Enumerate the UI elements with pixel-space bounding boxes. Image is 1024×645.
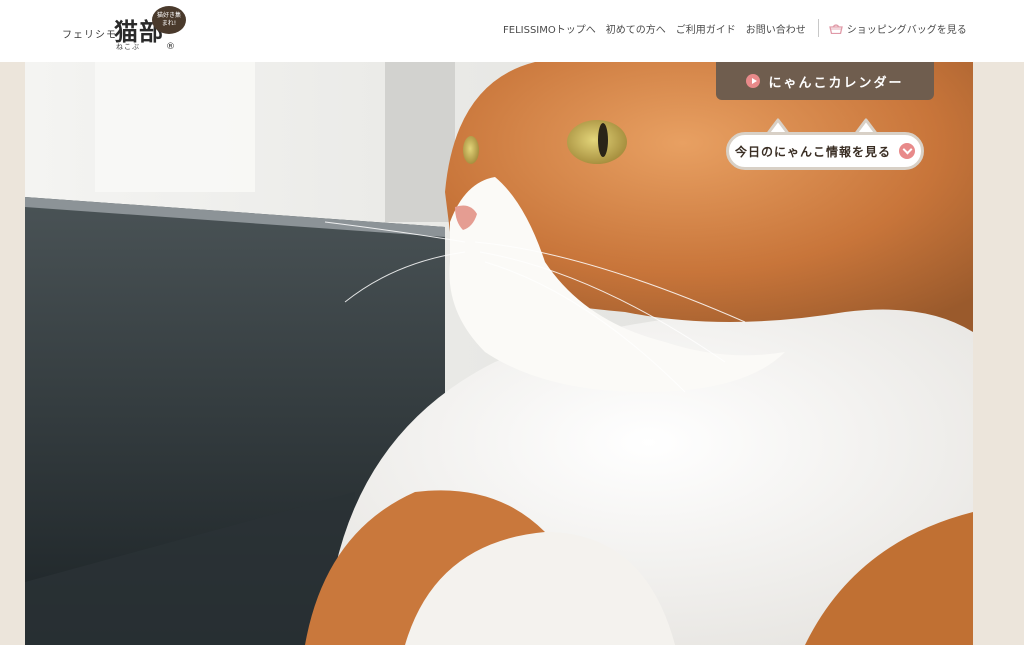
- nav-first-time-link[interactable]: 初めての方へ: [606, 21, 666, 36]
- shopping-bag-link[interactable]: ショッピングバッグを見る: [828, 21, 967, 36]
- today-nyanko-info-button[interactable]: 今日のにゃんこ情報を見る: [726, 132, 924, 170]
- nav-divider: [817, 19, 819, 37]
- logo-registered-mark: ®: [166, 42, 175, 52]
- nyanko-calendar-tab[interactable]: にゃんこカレンダー: [716, 62, 934, 100]
- today-info-label: 今日のにゃんこ情報を見る: [734, 144, 891, 159]
- shopping-bag-label: ショッピングバッグを見る: [846, 24, 967, 36]
- site-header: フェリシモ 猫部 ねこぶ ® 猫好き集まれ! FELISSIMOトップへ 初めて…: [0, 0, 1024, 62]
- logo-reading: ねこぶ: [116, 43, 140, 51]
- site-logo[interactable]: フェリシモ 猫部 ねこぶ ® 猫好き集まれ!: [62, 6, 202, 56]
- today-info-widget: 今日のにゃんこ情報を見る: [726, 118, 926, 172]
- nav-guide-link[interactable]: ご利用ガイド: [676, 21, 736, 36]
- nav-contact-link[interactable]: お問い合わせ: [746, 21, 806, 36]
- play-icon: [746, 74, 761, 88]
- calendar-tab-label: にゃんこカレンダー: [768, 75, 904, 91]
- logo-speech-bubble: 猫好き集まれ!: [152, 6, 186, 34]
- logo-prefix: フェリシモ: [62, 30, 117, 41]
- global-nav: FELISSIMOトップへ 初めての方へ ご利用ガイド お問い合わせ ショッピン…: [503, 19, 967, 37]
- chevron-down-icon: [899, 143, 915, 159]
- shopping-bag-icon: [828, 23, 843, 34]
- nav-felissimo-top-link[interactable]: FELISSIMOトップへ: [503, 21, 596, 36]
